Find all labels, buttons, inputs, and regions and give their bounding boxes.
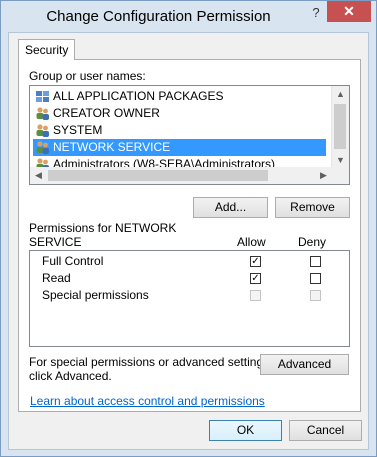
permission-row: Special permissions	[30, 287, 349, 304]
vertical-scroll-thumb[interactable]	[334, 104, 346, 149]
special-deny-checkbox	[310, 290, 321, 301]
read-allow-checkbox[interactable]: ✓	[250, 273, 261, 284]
list-item[interactable]: CREATOR OWNER	[33, 105, 326, 122]
title-bar: Change Configuration Permission ? ✕	[1, 1, 376, 32]
list-item-selected[interactable]: NETWORK SERVICE	[33, 139, 326, 156]
group-user-list[interactable]: ALL APPLICATION PACKAGES CREATOR OWNER S…	[29, 85, 350, 185]
dialog-client-area: Security Group or user names: ALL APPLIC…	[8, 32, 369, 450]
scrollbar-corner	[332, 167, 349, 184]
permission-row: Full Control ✓	[30, 253, 349, 270]
vertical-scrollbar[interactable]: ▲ ▼	[331, 86, 349, 169]
cancel-button[interactable]: Cancel	[289, 420, 362, 441]
special-allow-checkbox	[250, 290, 261, 301]
list-item-label: ALL APPLICATION PACKAGES	[53, 89, 224, 103]
group-names-label: Group or user names:	[29, 69, 146, 83]
remove-button[interactable]: Remove	[275, 197, 350, 218]
help-button[interactable]: ?	[306, 3, 326, 23]
users-icon	[36, 107, 49, 120]
list-item-label: NETWORK SERVICE	[53, 140, 171, 154]
advanced-hint-line2: click Advanced.	[29, 369, 112, 383]
full-control-allow-checkbox[interactable]: ✓	[250, 256, 261, 267]
advanced-hint-line1: For special permissions or advanced sett…	[29, 355, 273, 369]
packages-icon	[36, 91, 49, 102]
scroll-left-icon[interactable]: ◀	[30, 167, 47, 184]
scroll-up-icon[interactable]: ▲	[332, 86, 349, 103]
horizontal-scrollbar[interactable]: ◀ ▶	[30, 167, 332, 184]
permissions-header-line2: SERVICE	[29, 235, 82, 249]
dialog-window: Change Configuration Permission ? ✕ Secu…	[0, 0, 377, 457]
add-button[interactable]: Add...	[193, 197, 268, 218]
allow-column-header: Allow	[237, 235, 266, 249]
close-button[interactable]: ✕	[327, 1, 371, 22]
permission-row: Read ✓	[30, 270, 349, 287]
access-control-help-link[interactable]: Learn about access control and permissio…	[30, 394, 265, 408]
security-tab-panel: Group or user names: ALL APPLICATION PAC…	[18, 59, 361, 412]
permission-name: Read	[42, 271, 71, 285]
list-item-label: CREATOR OWNER	[53, 106, 160, 120]
tab-security[interactable]: Security	[18, 39, 76, 60]
full-control-deny-checkbox[interactable]	[310, 256, 321, 267]
permissions-header-line1: Permissions for NETWORK	[29, 221, 177, 235]
advanced-button[interactable]: Advanced	[260, 354, 349, 375]
scroll-right-icon[interactable]: ▶	[315, 167, 332, 184]
read-deny-checkbox[interactable]	[310, 273, 321, 284]
ok-button[interactable]: OK	[209, 420, 282, 441]
list-item-label: SYSTEM	[53, 123, 103, 137]
deny-column-header: Deny	[298, 235, 327, 249]
horizontal-scroll-thumb[interactable]	[48, 170, 268, 181]
users-icon	[36, 141, 49, 154]
permissions-list: Full Control ✓ Read ✓ Special permission…	[29, 250, 350, 347]
permission-name: Full Control	[42, 254, 104, 268]
permission-name: Special permissions	[42, 288, 149, 302]
users-icon	[36, 124, 49, 137]
window-title: Change Configuration Permission	[46, 8, 271, 25]
list-item[interactable]: ALL APPLICATION PACKAGES	[33, 88, 326, 105]
list-item[interactable]: SYSTEM	[33, 122, 326, 139]
